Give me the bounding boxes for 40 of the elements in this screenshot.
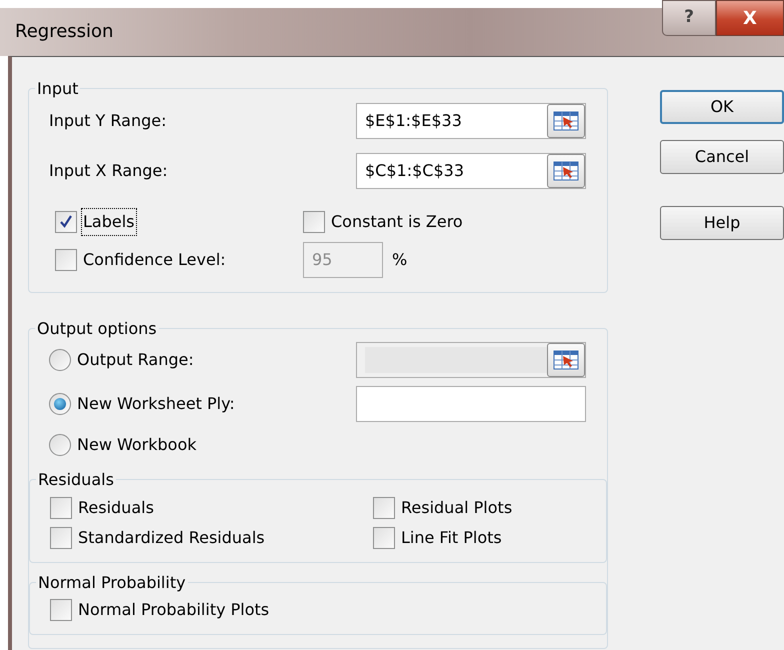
checkbox-label[interactable]: Residual Plots xyxy=(401,496,512,520)
text-field[interactable] xyxy=(356,386,586,422)
grid-arrow-icon xyxy=(553,350,579,370)
radio-button[interactable] xyxy=(49,393,71,416)
dialog-button[interactable]: Cancel xyxy=(660,140,784,174)
check-icon xyxy=(58,214,74,230)
group-title: Output options xyxy=(36,319,158,338)
range-field[interactable]: $E$1:$E$33 xyxy=(356,103,586,140)
dialog-button[interactable]: OK xyxy=(660,90,784,124)
checkbox-label[interactable]: Line Fit Plots xyxy=(401,526,502,550)
checkbox[interactable] xyxy=(50,598,72,621)
window-title: Regression xyxy=(14,20,114,44)
grid-arrow-icon xyxy=(553,161,579,182)
dialog-button[interactable]: Help xyxy=(660,206,784,240)
checkbox-label[interactable]: Residuals xyxy=(78,496,154,520)
grid-arrow-icon xyxy=(553,111,579,132)
checkbox[interactable] xyxy=(55,211,77,234)
field-label: Input X Range: xyxy=(49,160,169,182)
range-picker-button[interactable] xyxy=(547,154,585,188)
field-label: Input Y Range: xyxy=(49,110,168,132)
group-title: Residuals xyxy=(37,470,115,490)
radio-button[interactable] xyxy=(49,434,71,456)
group-title: Input xyxy=(36,79,80,98)
checkbox[interactable] xyxy=(50,496,72,519)
checkbox-label[interactable]: Normal Probability Plots xyxy=(78,598,270,622)
checkbox[interactable] xyxy=(50,526,72,549)
range-picker-button[interactable] xyxy=(547,104,585,138)
help-button[interactable]: ? xyxy=(662,0,716,36)
checkbox[interactable] xyxy=(373,526,395,549)
range-field[interactable]: $C$1:$C$33 xyxy=(356,153,586,190)
radio-label[interactable]: New Workbook xyxy=(77,433,196,458)
close-button[interactable]: X xyxy=(716,0,784,36)
checkbox[interactable] xyxy=(373,496,395,519)
checkbox[interactable] xyxy=(303,211,325,234)
group-title: Normal Probability xyxy=(37,572,187,592)
radio-label[interactable]: New Worksheet Ply: xyxy=(77,392,235,416)
percent-sign: % xyxy=(392,249,408,272)
checkbox-label[interactable]: Constant is Zero xyxy=(331,210,463,234)
checkbox-label[interactable]: Standardized Residuals xyxy=(78,526,265,550)
checkbox-label[interactable]: Labels xyxy=(83,210,134,234)
